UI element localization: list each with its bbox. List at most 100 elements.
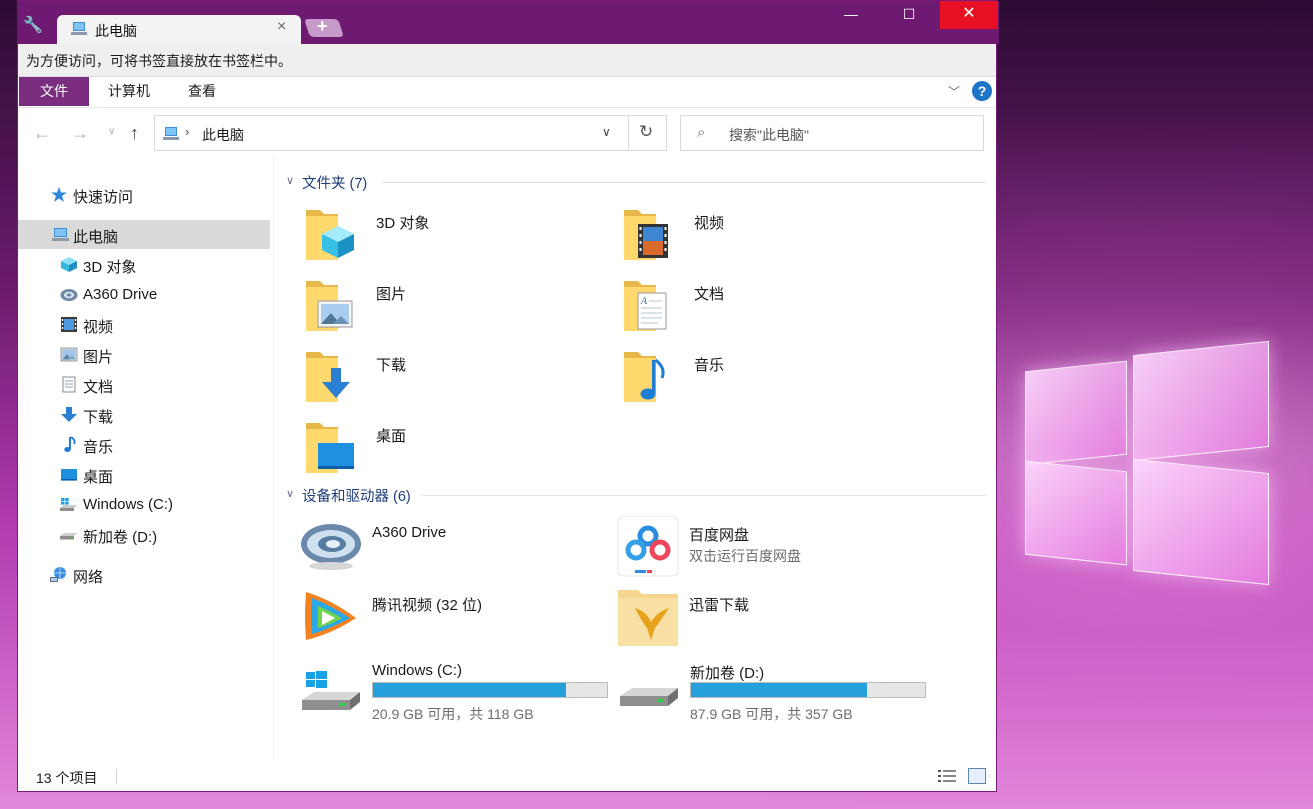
title-bar[interactable]: 🔧 此电脑 × + — ☐ ✕ <box>17 1 999 44</box>
ribbon-tab-file[interactable]: 文件 <box>19 77 89 106</box>
status-divider <box>116 769 117 784</box>
tile-name: A360 Drive <box>372 524 447 541</box>
ribbon-tab-view[interactable]: 查看 <box>184 77 220 106</box>
info-text: 为方便访问，可将书签直接放在书签栏中。 <box>26 53 292 69</box>
svg-text:A: A <box>640 296 648 307</box>
group-header-devices[interactable]: ∨ 设备和驱动器 (6) <box>286 485 986 507</box>
folder-tile-music[interactable]: 音乐 <box>622 346 922 410</box>
sidebar-item-a360-drive[interactable]: A360 Drive <box>18 280 270 309</box>
close-button[interactable]: ✕ <box>940 1 998 29</box>
sidebar-item-windows-c[interactable]: Windows (C:) <box>18 490 270 519</box>
tile-subtitle: 双击运行百度网盘 <box>689 548 801 564</box>
folder-tile-documents[interactable]: A 文档 <box>622 275 922 339</box>
folder-tile-pictures[interactable]: 图片 <box>304 275 604 339</box>
tencent-video-icon <box>305 592 356 640</box>
wrench-icon[interactable]: 🔧 <box>23 15 43 35</box>
sidebar-item-network[interactable]: 网络 <box>18 560 270 589</box>
a360-drive-icon <box>301 524 361 570</box>
recent-locations-chevron-icon[interactable]: ∨ <box>108 126 115 137</box>
sidebar-item-documents[interactable]: 文档 <box>18 370 270 399</box>
collapse-chevron-icon[interactable]: ∨ <box>286 487 294 500</box>
close-tab-icon[interactable]: × <box>277 18 286 36</box>
folder-tile-downloads[interactable]: 下载 <box>304 346 604 410</box>
sidebar-item-volume-d[interactable]: 新加卷 (D:) <box>18 520 270 549</box>
device-tile-tencent-video[interactable]: 腾讯视频 (32 位) <box>300 586 600 650</box>
address-path[interactable]: 此电脑 <box>202 125 244 145</box>
navigation-bar: ← → ∨ ↑ › 此电脑 ∨ ↻ ⌕ 搜索"此电脑" <box>18 108 996 158</box>
plus-icon[interactable]: + <box>317 16 328 37</box>
tab-title: 此电脑 <box>95 23 137 39</box>
sidebar-item-pictures[interactable]: 图片 <box>18 340 270 369</box>
film-icon <box>61 317 77 332</box>
folder-pictures-icon <box>306 281 353 331</box>
drive-usage-fill <box>691 683 868 697</box>
minimize-button[interactable]: — <box>822 1 880 29</box>
drive-icon <box>60 533 77 540</box>
folder-tile-desktop[interactable]: 桌面 <box>304 417 604 481</box>
ribbon-tab-computer[interactable]: 计算机 <box>104 77 154 106</box>
folder-tile-videos[interactable]: 视频 <box>622 204 922 268</box>
bookmark-info-bar: 为方便访问，可将书签直接放在书签栏中。 <box>18 44 996 77</box>
address-divider <box>628 116 629 150</box>
group-divider <box>422 495 986 496</box>
sidebar-item-downloads[interactable]: 下载 <box>18 400 270 429</box>
document-icon <box>62 376 76 393</box>
refresh-icon[interactable]: ↻ <box>639 122 653 142</box>
sidebar-item-music[interactable]: 音乐 <box>18 430 270 459</box>
expand-ribbon-chevron-icon[interactable]: ﹀ <box>948 83 960 100</box>
address-bar[interactable]: › 此电脑 ∨ ↻ <box>154 115 667 151</box>
windows-drive-icon <box>60 498 77 511</box>
drive-free-space: 20.9 GB 可用，共 118 GB <box>372 706 534 722</box>
help-button[interactable]: ? <box>972 81 992 101</box>
drive-tile-volume-d[interactable]: 新加卷 (D:) 87.9 GB 可用，共 357 GB <box>618 654 938 722</box>
sidebar-item-label: 视频 <box>83 319 114 336</box>
up-arrow-icon[interactable]: ↑ <box>130 123 139 144</box>
tab-this-pc[interactable]: 此电脑 × <box>57 15 301 44</box>
group-title: 设备和驱动器 (6) <box>302 489 411 505</box>
sidebar-item-label: 音乐 <box>83 439 114 456</box>
back-arrow-icon[interactable]: ← <box>33 123 51 144</box>
content-pane: ∨ 文件夹 (7) 3D 对象 视频 图片 A 文档 下载 音乐 桌面 ∨ 设备… <box>274 158 996 760</box>
baidu-netdisk-icon <box>617 516 679 577</box>
cube-icon <box>61 257 77 272</box>
large-icons-view-icon[interactable] <box>968 768 986 784</box>
navigation-pane: 快速访问 此电脑 3D 对象 A360 Drive 视频 图片 文档 下载 音乐… <box>18 158 274 760</box>
sidebar-item-videos[interactable]: 视频 <box>18 310 270 339</box>
sidebar-item-label: 文档 <box>83 379 114 396</box>
tile-name: 文档 <box>694 286 725 303</box>
a360-icon <box>60 289 78 301</box>
device-tile-baidu-netdisk[interactable]: 百度网盘 双击运行百度网盘 <box>617 516 917 580</box>
tile-name: 图片 <box>376 286 407 303</box>
drive-tile-windows-c[interactable]: Windows (C:) 20.9 GB 可用，共 118 GB <box>300 654 620 722</box>
picture-icon <box>60 347 78 362</box>
drive-usage-bar <box>690 682 926 698</box>
sidebar-item-quick-access[interactable]: 快速访问 <box>18 180 270 209</box>
folder-tile-3d-objects[interactable]: 3D 对象 <box>304 204 604 268</box>
device-tile-xunlei[interactable]: 迅雷下载 <box>617 586 917 650</box>
sidebar-item-label: 网络 <box>73 569 104 586</box>
sidebar-item-desktop[interactable]: 桌面 <box>18 460 270 489</box>
folder-desktop-icon <box>306 423 354 473</box>
sidebar-item-3d-objects[interactable]: 3D 对象 <box>18 250 270 279</box>
drive-usage-fill <box>373 683 566 697</box>
drive-free-space: 87.9 GB 可用，共 357 GB <box>690 706 853 722</box>
tile-name: 3D 对象 <box>376 215 430 232</box>
chevron-right-icon[interactable]: › <box>185 124 189 139</box>
search-icon: ⌕ <box>697 124 706 141</box>
tile-name: 桌面 <box>376 428 407 445</box>
sidebar-item-label: A360 Drive <box>83 286 158 303</box>
network-icon <box>50 567 66 582</box>
maximize-button[interactable]: ☐ <box>880 1 938 29</box>
search-placeholder: 搜索"此电脑" <box>729 127 809 143</box>
device-tile-a360-drive[interactable]: A360 Drive <box>300 516 600 580</box>
tile-name: 视频 <box>694 215 725 232</box>
details-view-icon[interactable] <box>938 769 956 783</box>
sidebar-item-label: 快速访问 <box>73 189 134 206</box>
sidebar-item-this-pc[interactable]: 此电脑 <box>18 220 270 249</box>
search-box[interactable]: ⌕ 搜索"此电脑" <box>680 115 984 151</box>
collapse-chevron-icon[interactable]: ∨ <box>286 174 294 187</box>
ribbon: 文件 计算机 查看 ﹀ ? <box>18 77 996 108</box>
group-header-folders[interactable]: ∨ 文件夹 (7) <box>286 172 986 194</box>
address-dropdown-chevron-icon[interactable]: ∨ <box>602 125 611 139</box>
forward-arrow-icon[interactable]: → <box>71 123 89 144</box>
